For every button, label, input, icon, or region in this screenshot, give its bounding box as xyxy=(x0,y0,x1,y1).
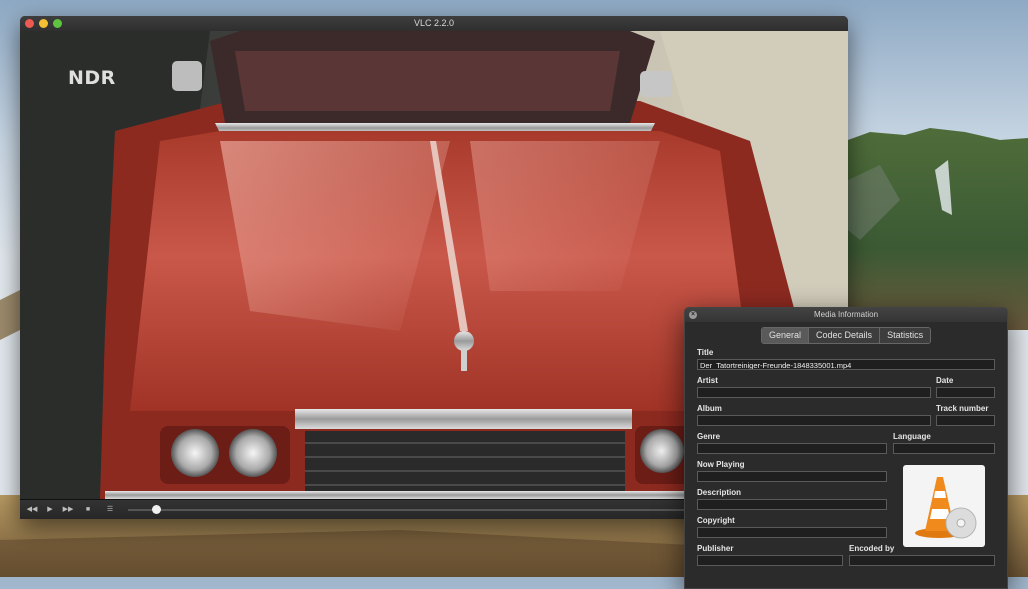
language-label: Language xyxy=(893,432,931,441)
copyright-label: Copyright xyxy=(697,516,735,525)
now-playing-field[interactable] xyxy=(697,471,887,482)
language-field[interactable] xyxy=(893,443,995,454)
stop-icon[interactable]: ■ xyxy=(78,500,98,519)
playlist-icon[interactable]: ☰ xyxy=(100,500,120,519)
date-field[interactable] xyxy=(936,387,995,398)
track-number-label: Track number xyxy=(936,404,989,413)
window-zoom-button[interactable] xyxy=(53,19,62,28)
genre-field[interactable] xyxy=(697,443,887,454)
channel-logo: NDR xyxy=(68,67,116,89)
description-label: Description xyxy=(697,488,742,497)
artist-label: Artist xyxy=(697,376,718,385)
fast-forward-icon[interactable]: ▶▶ xyxy=(58,500,78,519)
media-info-tabs: General Codec Details Statistics xyxy=(761,327,932,344)
title-label: Title xyxy=(697,348,714,357)
play-icon[interactable]: ▶ xyxy=(40,500,60,519)
description-field[interactable] xyxy=(697,499,887,510)
tab-statistics[interactable]: Statistics xyxy=(880,328,931,343)
tab-codec-details[interactable]: Codec Details xyxy=(809,328,881,343)
media-info-titlebar[interactable]: × Media Information xyxy=(685,308,1007,322)
album-field[interactable] xyxy=(697,415,931,426)
title-field[interactable]: Der_Tatortreiniger-Freunde-1848335001.mp… xyxy=(697,359,995,370)
media-information-panel: × Media Information General Codec Detail… xyxy=(684,307,1008,589)
close-icon[interactable]: × xyxy=(689,311,697,319)
track-number-field[interactable] xyxy=(936,415,995,426)
copyright-field[interactable] xyxy=(697,527,887,538)
window-minimize-button[interactable] xyxy=(39,19,48,28)
rewind-icon[interactable]: ◀◀ xyxy=(22,500,42,519)
album-label: Album xyxy=(697,404,722,413)
tab-general[interactable]: General xyxy=(762,328,810,343)
vlc-cone-icon xyxy=(915,477,977,539)
window-close-button[interactable] xyxy=(25,19,34,28)
artist-field[interactable] xyxy=(697,387,931,398)
publisher-field[interactable] xyxy=(697,555,843,566)
seek-bar[interactable] xyxy=(128,509,688,511)
album-artwork xyxy=(903,465,985,547)
seek-knob[interactable] xyxy=(151,505,161,514)
media-info-title: Media Information xyxy=(813,310,879,319)
date-label: Date xyxy=(936,376,954,385)
window-title: VLC 2.2.0 xyxy=(413,18,455,28)
genre-label: Genre xyxy=(697,432,721,441)
encoded-by-field[interactable] xyxy=(849,555,995,566)
now-playing-label: Now Playing xyxy=(697,460,745,469)
encoded-by-label: Encoded by xyxy=(849,544,895,553)
publisher-label: Publisher xyxy=(697,544,734,553)
vlc-titlebar[interactable]: VLC 2.2.0 xyxy=(20,16,848,31)
